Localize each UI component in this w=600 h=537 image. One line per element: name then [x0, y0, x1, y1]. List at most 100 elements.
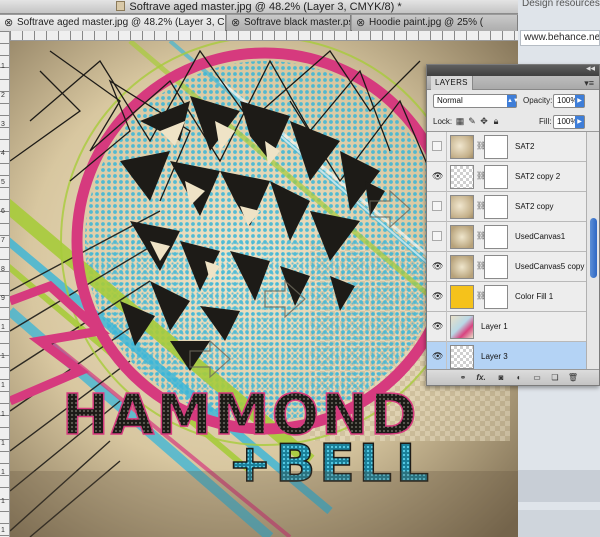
ruler-number: 1 — [1, 411, 5, 418]
ruler-number: 1 — [1, 527, 5, 534]
ruler-number: 1 — [1, 469, 5, 476]
folder-icon[interactable]: ▭ — [531, 372, 543, 383]
new-layer-icon[interactable]: ❏ — [549, 372, 561, 383]
layer-thumbnail[interactable] — [450, 285, 474, 309]
chevron-right-icon: ▶ — [575, 116, 584, 128]
mask-icon[interactable]: ◙ — [495, 372, 507, 383]
scrollbar-thumb[interactable] — [590, 218, 597, 278]
layer-row[interactable]: ⛓ SAT2 copy — [427, 192, 587, 222]
layer-thumbnail[interactable] — [450, 195, 474, 219]
trash-icon[interactable]: 🗑︎ — [567, 372, 579, 383]
layer-thumbnail[interactable] — [450, 315, 474, 339]
ruler-number: 1 — [1, 63, 5, 70]
ruler-number: 6 — [1, 208, 5, 215]
lock-all-icon[interactable]: 🔒︎ — [491, 116, 501, 127]
layer-list: 👁︎ Layer 3 👁︎ Layer 1 👁︎ ⛓ Color Fill 1 👁︎ ⛓ Used… — [427, 132, 599, 372]
ruler-number: 7 — [1, 237, 5, 244]
layer-row[interactable]: 👁︎ ⛓ Color Fill 1 — [427, 282, 587, 312]
layer-thumbnail[interactable] — [450, 225, 474, 249]
url-bar[interactable]: www.behance.ne — [520, 30, 600, 46]
ruler-number: 8 — [1, 266, 5, 273]
tab-softrave-aged-master[interactable]: ⊗ Softrave aged master.jpg @ 48.2% (Layer… — [0, 15, 226, 31]
panel-titlebar[interactable]: ◂◂ — [427, 63, 599, 76]
horizontal-ruler — [10, 31, 518, 41]
ruler-number: 1 — [1, 440, 5, 447]
lock-row: Lock: ▦ ✎ ✥ 🔒︎ Fill: 100% ▶ — [427, 112, 599, 132]
layer-mask-thumbnail[interactable] — [484, 225, 508, 249]
layer-name: UsedCanvas1 — [515, 232, 566, 241]
eye-icon[interactable]: 👁︎ — [432, 261, 443, 272]
lock-move-icon[interactable]: ✥ — [479, 116, 489, 127]
ruler-number: 4 — [1, 150, 5, 157]
eye-icon[interactable]: 👁︎ — [432, 291, 443, 302]
lock-transparent-icon[interactable]: ▦ — [455, 116, 465, 127]
visibility-toggle[interactable] — [432, 231, 442, 241]
layer-list-scrollbar[interactable] — [586, 132, 599, 372]
ruler-number: 3 — [1, 121, 5, 128]
fill-field[interactable]: 100% ▶ — [553, 115, 585, 129]
panel-menu-icon[interactable]: ▾≡ — [584, 76, 594, 90]
fill-label: Fill: — [539, 117, 552, 126]
window-title: Softrave aged master.jpg @ 48.2% (Layer … — [129, 1, 402, 13]
window-titlebar: Softrave aged master.jpg @ 48.2% (Layer … — [0, 0, 518, 14]
close-icon[interactable]: ⊗ — [4, 16, 13, 31]
chevron-right-icon: ▶ — [575, 95, 584, 107]
layer-name: SAT2 copy — [515, 202, 554, 211]
layer-mask-thumbnail[interactable] — [484, 285, 508, 309]
close-icon[interactable]: ⊗ — [356, 16, 365, 31]
adjustment-icon[interactable]: ◐ — [513, 372, 525, 383]
tab-softrave-black-master[interactable]: ⊗ Softrave black master.psd — [227, 15, 351, 31]
ruler-number: 1 — [1, 353, 5, 360]
layer-mask-thumbnail[interactable] — [484, 195, 508, 219]
chevron-down-icon: ▲▼ — [507, 95, 519, 107]
layer-name: SAT2 — [515, 142, 535, 151]
layer-mask-thumbnail[interactable] — [484, 165, 508, 189]
visibility-toggle[interactable] — [432, 201, 442, 211]
ruler-number: 1 — [1, 382, 5, 389]
layer-name: Color Fill 1 — [515, 292, 554, 301]
tab-hoodie-paint[interactable]: ⊗ Hoodie paint.jpg @ 25% ( — [352, 15, 518, 31]
document-icon — [116, 1, 126, 11]
ruler-number: 1 — [1, 498, 5, 505]
layer-mask-thumbnail[interactable] — [484, 135, 508, 159]
blend-row: Normal ▲▼ Opacity: 100% ▶ — [427, 90, 599, 112]
eye-icon[interactable]: 👁︎ — [432, 321, 443, 332]
layer-row[interactable]: 👁︎ Layer 3 — [427, 342, 587, 372]
close-icon[interactable]: ⊗ — [231, 16, 240, 31]
panel-footer: ⚭ fx. ◙ ◐ ▭ ❏ 🗑︎ — [427, 369, 599, 385]
eye-icon[interactable]: 👁︎ — [432, 351, 443, 362]
layers-panel: ◂◂ LAYERS ▾≡ Normal ▲▼ Opacity: 100% ▶ L… — [426, 63, 600, 386]
layer-thumbnail[interactable] — [450, 345, 474, 369]
lock-brush-icon[interactable]: ✎ — [467, 116, 477, 127]
layer-name: SAT2 copy 2 — [515, 172, 561, 181]
layer-thumbnail[interactable] — [450, 255, 474, 279]
layer-mask-thumbnail[interactable] — [484, 255, 508, 279]
vertical-ruler: 1 2 3 4 5 6 7 8 9 1 1 1 1 1 1 1 1 — [0, 31, 10, 537]
layer-name: UsedCanvas5 copy — [515, 262, 585, 271]
layer-name: Layer 3 — [481, 352, 508, 361]
layer-row[interactable]: 👁︎ Layer 1 — [427, 312, 587, 342]
layer-thumbnail[interactable] — [450, 165, 474, 189]
opacity-field[interactable]: 100% ▶ — [553, 94, 585, 108]
browser-heading: Design resources — [522, 0, 600, 9]
blend-mode-select[interactable]: Normal ▲▼ — [433, 94, 519, 108]
link-icon[interactable]: ⚭ — [457, 372, 469, 383]
eye-icon[interactable]: 👁︎ — [432, 171, 443, 182]
document-tab-bar: ⊗ Softrave aged master.jpg @ 48.2% (Layer… — [0, 14, 518, 31]
layer-row[interactable]: ⛓ SAT2 — [427, 132, 587, 162]
ruler-number: 9 — [1, 295, 5, 302]
tab-layers[interactable]: LAYERS — [431, 76, 473, 90]
opacity-label: Opacity: — [523, 96, 553, 105]
ruler-number: 1 — [1, 324, 5, 331]
ruler-number: 2 — [1, 92, 5, 99]
layer-row[interactable]: 👁︎ ⛓ SAT2 copy 2 — [427, 162, 587, 192]
layer-thumbnail[interactable] — [450, 135, 474, 159]
visibility-toggle[interactable] — [432, 141, 442, 151]
layer-row[interactable]: ⛓ UsedCanvas1 — [427, 222, 587, 252]
ruler-number: 5 — [1, 179, 5, 186]
lock-label: Lock: — [433, 117, 453, 126]
collapse-icon[interactable]: ◂◂ — [586, 63, 595, 74]
layer-name: Layer 1 — [481, 322, 508, 331]
fx-icon[interactable]: fx. — [475, 372, 487, 383]
layer-row[interactable]: 👁︎ ⛓ UsedCanvas5 copy — [427, 252, 587, 282]
